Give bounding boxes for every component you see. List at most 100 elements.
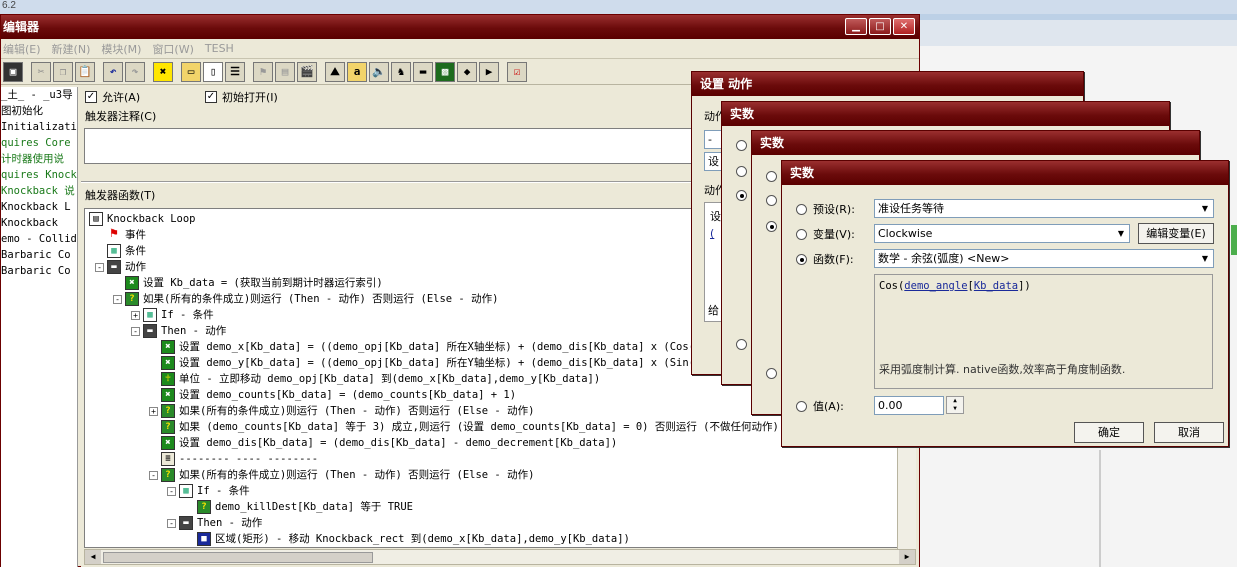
tree-node[interactable]: ? demo_killDest[Kb_data] 等于 TRUE xyxy=(197,499,413,515)
trigger-list-item[interactable]: 计时器使用说 xyxy=(1,151,77,167)
tree-node[interactable]: ? 如果 (demo_counts[Kb_data] 等于 3) 成立,则运行 (… xyxy=(161,419,779,435)
kb-data-link[interactable]: Kb_data xyxy=(974,280,1018,292)
trigger-list-item[interactable]: Knockback 说 xyxy=(1,183,77,199)
enable-checkbox[interactable]: ✓ 允许(A) xyxy=(85,89,140,105)
maximize-button[interactable]: □ xyxy=(869,18,891,35)
sound-icon[interactable]: 🔈 xyxy=(369,61,389,82)
tree-expander[interactable]: + xyxy=(149,407,158,416)
trigger-list-item[interactable]: _土_ - _u3导 xyxy=(1,87,77,103)
copy-icon[interactable]: ❐ xyxy=(53,61,73,82)
tree-horizontal-scrollbar[interactable]: ◀ ▶ xyxy=(84,549,916,565)
tree-node[interactable]: ▤ Knockback Loop xyxy=(89,211,196,227)
tree-node[interactable]: ✖ 设置 demo_counts[Kb_data] = (demo_counts[… xyxy=(161,387,516,403)
new-action-icon[interactable]: 🎬 xyxy=(297,61,317,82)
check-icon[interactable]: ☑ xyxy=(507,61,527,82)
demo-angle-link[interactable]: demo_angle xyxy=(904,280,967,292)
preset-radio[interactable] xyxy=(796,204,807,215)
tree-node[interactable]: ☥ 单位 - 立即移动 demo_opj[Kb_data] 到(demo_x[Kb… xyxy=(161,371,600,387)
variable-radio[interactable] xyxy=(796,229,807,240)
tree-node[interactable]: ⚑ 事件 xyxy=(107,227,146,243)
variable-dropdown[interactable]: Clockwise ▼ xyxy=(874,224,1130,243)
trigger-list-item[interactable]: Knockback xyxy=(1,215,77,231)
tree-node[interactable]: ▦ If - 条件 xyxy=(179,483,250,499)
value-input[interactable]: 0.00 xyxy=(874,396,944,415)
trigger-list-item[interactable]: Initialization xyxy=(1,119,77,135)
trigger-list-item[interactable]: Barbaric Co xyxy=(1,247,77,263)
folder-icon[interactable]: ▭ xyxy=(181,61,201,82)
list-icon[interactable]: ☰ xyxy=(225,61,245,82)
test-icon[interactable]: ▶ xyxy=(479,61,499,82)
function-dropdown[interactable]: 数学 - 余弦(弧度) <New> ▼ xyxy=(874,249,1214,268)
real2-preset-radio[interactable] xyxy=(766,171,777,182)
tree-expander[interactable]: - xyxy=(95,263,104,272)
tree-node[interactable]: ? 如果(所有的条件成立)则运行 (Then - 动作) 否则运行 (Else -… xyxy=(161,467,534,483)
tree-node[interactable]: ? 如果(所有的条件成立)则运行 (Then - 动作) 否则运行 (Else -… xyxy=(125,291,498,307)
tree-expander[interactable]: - xyxy=(167,487,176,496)
scroll-left-arrow[interactable]: ◀ xyxy=(85,550,101,564)
object-icon[interactable]: ▩ xyxy=(435,61,455,82)
tree-expander[interactable]: - xyxy=(167,519,176,528)
menu-tesh[interactable]: TESH xyxy=(205,42,234,55)
menu-new[interactable]: 新建(N) xyxy=(52,41,91,57)
new-event-icon[interactable]: ⚑ xyxy=(253,61,273,82)
minimize-button[interactable]: ▁ xyxy=(845,18,867,35)
cancel-button[interactable]: 取消 xyxy=(1154,422,1224,443)
tree-node[interactable]: ▦ If - 条件 xyxy=(143,307,214,323)
tree-node[interactable]: ▬ 动作 xyxy=(107,259,146,275)
save-icon[interactable]: ▣ xyxy=(3,61,23,82)
menu-window[interactable]: 窗口(W) xyxy=(152,41,193,57)
preset-dropdown[interactable]: 准设任务等待 ▼ xyxy=(874,199,1214,218)
value-spinner[interactable]: ▲ ▼ xyxy=(946,396,964,414)
function-radio[interactable] xyxy=(796,254,807,265)
new-document-icon[interactable]: ▯ xyxy=(203,61,223,82)
chevron-down-icon[interactable]: ▼ xyxy=(1198,251,1212,266)
tree-expander[interactable]: + xyxy=(131,311,140,320)
real2-variable-radio[interactable] xyxy=(766,195,777,206)
real1-value-radio[interactable] xyxy=(736,339,747,350)
chevron-down-icon[interactable]: ▼ xyxy=(1114,226,1128,241)
action-link[interactable]: ( xyxy=(710,227,714,240)
real1-function-radio[interactable] xyxy=(736,190,747,201)
trigger-list-item[interactable]: quires Core xyxy=(1,135,77,151)
close-button[interactable]: ✕ xyxy=(893,18,915,35)
edit-variable-button[interactable]: 编辑变量(E) xyxy=(1138,223,1214,244)
real2-value-radio[interactable] xyxy=(766,368,777,379)
chevron-down-icon[interactable]: ▼ xyxy=(1198,201,1212,216)
scroll-right-arrow[interactable]: ▶ xyxy=(899,550,915,564)
new-condition-icon[interactable]: ▤ xyxy=(275,61,295,82)
tree-node[interactable]: ✖ 设置 Kb_data = (获取当前到期计时器运行索引) xyxy=(125,275,383,291)
ai-icon[interactable]: ◆ xyxy=(457,61,477,82)
tree-node[interactable]: ▬ Then - 动作 xyxy=(143,323,226,339)
tree-expander[interactable]: - xyxy=(113,295,122,304)
tree-node[interactable]: ▩可破坏物 - 选取 Knockback_rect 内所有可破坏物 (可破坏物 … xyxy=(197,547,665,548)
trigger-list-item[interactable]: Knockback L xyxy=(1,199,77,215)
initially-on-checkbox-box[interactable]: ✓ xyxy=(205,91,217,103)
tree-expander[interactable]: - xyxy=(131,327,140,336)
ok-button[interactable]: 确定 xyxy=(1074,422,1144,443)
menu-module[interactable]: 模块(M) xyxy=(101,41,141,57)
unit-icon[interactable]: ♞ xyxy=(391,61,411,82)
real1-preset-radio[interactable] xyxy=(736,140,747,151)
text-a-icon[interactable]: a xyxy=(347,61,367,82)
trigger-list-item[interactable]: 图初始化 xyxy=(1,103,77,119)
real2-function-radio[interactable] xyxy=(766,221,777,232)
tree-node[interactable]: ▦ 条件 xyxy=(107,243,146,259)
tree-expander[interactable]: - xyxy=(149,471,158,480)
tree-node[interactable]: ▬ Then - 动作 xyxy=(179,515,262,531)
trigger-list-item[interactable]: emo - Collide xyxy=(1,231,77,247)
terrain-icon[interactable]: ⛰ xyxy=(325,61,345,82)
trigger-list-item[interactable]: quires Knockback xyxy=(1,167,77,183)
trigger-list-item[interactable]: Barbaric Co xyxy=(1,263,77,279)
tree-node[interactable]: ≡ -------- ---- -------- xyxy=(161,451,318,467)
tree-node[interactable]: ✖ 设置 demo_dis[Kb_data] = (demo_dis[Kb_dat… xyxy=(161,435,617,451)
tree-node[interactable]: ■ 区域(矩形) - 移动 Knockback_rect 到(demo_x[Kb_… xyxy=(197,531,630,547)
real1-variable-radio[interactable] xyxy=(736,166,747,177)
value-radio[interactable] xyxy=(796,401,807,412)
enable-checkbox-box[interactable]: ✓ xyxy=(85,91,97,103)
cut-icon[interactable]: ✂ xyxy=(31,61,51,82)
undo-icon[interactable]: ↶ xyxy=(103,61,123,82)
import-icon[interactable]: ▬ xyxy=(413,61,433,82)
menu-edit[interactable]: 编辑(E) xyxy=(3,41,41,57)
paste-icon[interactable]: 📋 xyxy=(75,61,95,82)
redo-icon[interactable]: ↷ xyxy=(125,61,145,82)
